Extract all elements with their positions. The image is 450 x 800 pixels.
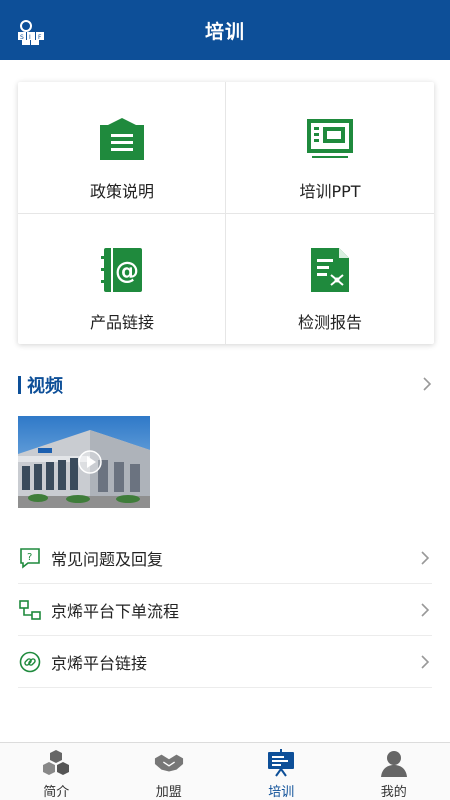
- svg-text:S: S: [20, 34, 24, 41]
- feature-grid: 政策说明 培训PPT @ 产品链接 检测报告: [18, 82, 434, 344]
- presentation-icon: [307, 119, 353, 158]
- tab-training[interactable]: 培训: [225, 743, 338, 800]
- tab-label: 简介: [43, 785, 70, 800]
- grid-item-product-link[interactable]: @ 产品链接: [18, 213, 226, 344]
- video-thumbnail[interactable]: [18, 416, 150, 508]
- grid-item-test-report[interactable]: 检测报告: [226, 213, 434, 344]
- link-list: ? 常见问题及回复 京烯平台下单流程 京烯平台链接: [18, 532, 432, 688]
- chevron-right-icon: [421, 603, 430, 617]
- svg-text:I: I: [29, 34, 31, 41]
- faq-icon: ?: [20, 547, 40, 569]
- list-item-label: 京烯平台下单流程: [51, 601, 180, 621]
- report-chart-icon: [311, 248, 349, 292]
- chevron-right-icon: [421, 655, 430, 669]
- svg-text:F: F: [38, 34, 42, 41]
- list-item-label: 常见问题及回复: [51, 549, 164, 569]
- tab-label: 培训: [268, 785, 295, 800]
- svg-text:?: ?: [27, 552, 32, 563]
- section-title: 视频: [27, 376, 63, 397]
- grid-item-label: 培训PPT: [299, 182, 361, 201]
- grid-item-label: 产品链接: [89, 313, 154, 332]
- handshake-icon: [154, 754, 183, 772]
- video-section-header[interactable]: 视频: [18, 372, 434, 398]
- list-item-platform-link[interactable]: 京烯平台链接: [18, 636, 432, 688]
- address-book-icon: @: [101, 248, 142, 292]
- tab-label: 加盟: [155, 785, 182, 800]
- grid-item-label: 检测报告: [297, 313, 362, 332]
- user-icon: [380, 751, 407, 777]
- tab-mine[interactable]: 我的: [338, 743, 450, 800]
- top-bar: S I F 培训: [0, 0, 450, 60]
- tab-join[interactable]: 加盟: [113, 743, 226, 800]
- tab-label: 我的: [380, 785, 407, 800]
- bottom-tab-bar: 简介 加盟 培训 我的: [0, 742, 450, 800]
- tab-intro[interactable]: 简介: [0, 743, 113, 800]
- section-accent-bar: [18, 376, 21, 394]
- flow-icon: [19, 599, 41, 620]
- list-item-order-flow[interactable]: 京烯平台下单流程: [18, 584, 432, 636]
- document-list-icon: [100, 118, 144, 160]
- grid-item-label: 政策说明: [89, 182, 154, 201]
- link-icon: [19, 651, 41, 672]
- factory-building-image: [18, 416, 150, 508]
- svg-text:@: @: [115, 257, 139, 285]
- company-logo-icon[interactable]: S I F: [16, 18, 46, 46]
- list-item-faq[interactable]: ? 常见问题及回复: [18, 532, 432, 584]
- list-item-label: 京烯平台链接: [51, 653, 148, 673]
- chevron-right-icon: [421, 551, 430, 565]
- chevron-right-icon: [423, 377, 432, 391]
- training-icon: [268, 749, 295, 777]
- grid-item-policy[interactable]: 政策说明: [18, 82, 226, 213]
- cubes-icon: [43, 750, 70, 775]
- grid-item-ppt[interactable]: 培训PPT: [226, 82, 434, 213]
- page-title: 培训: [204, 20, 245, 43]
